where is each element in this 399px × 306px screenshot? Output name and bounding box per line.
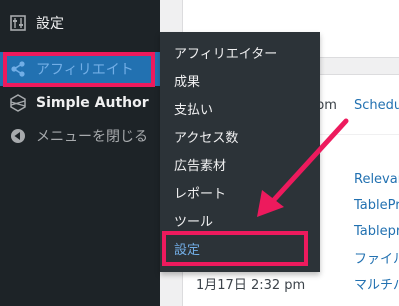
annotation-arrow [257, 118, 349, 217]
